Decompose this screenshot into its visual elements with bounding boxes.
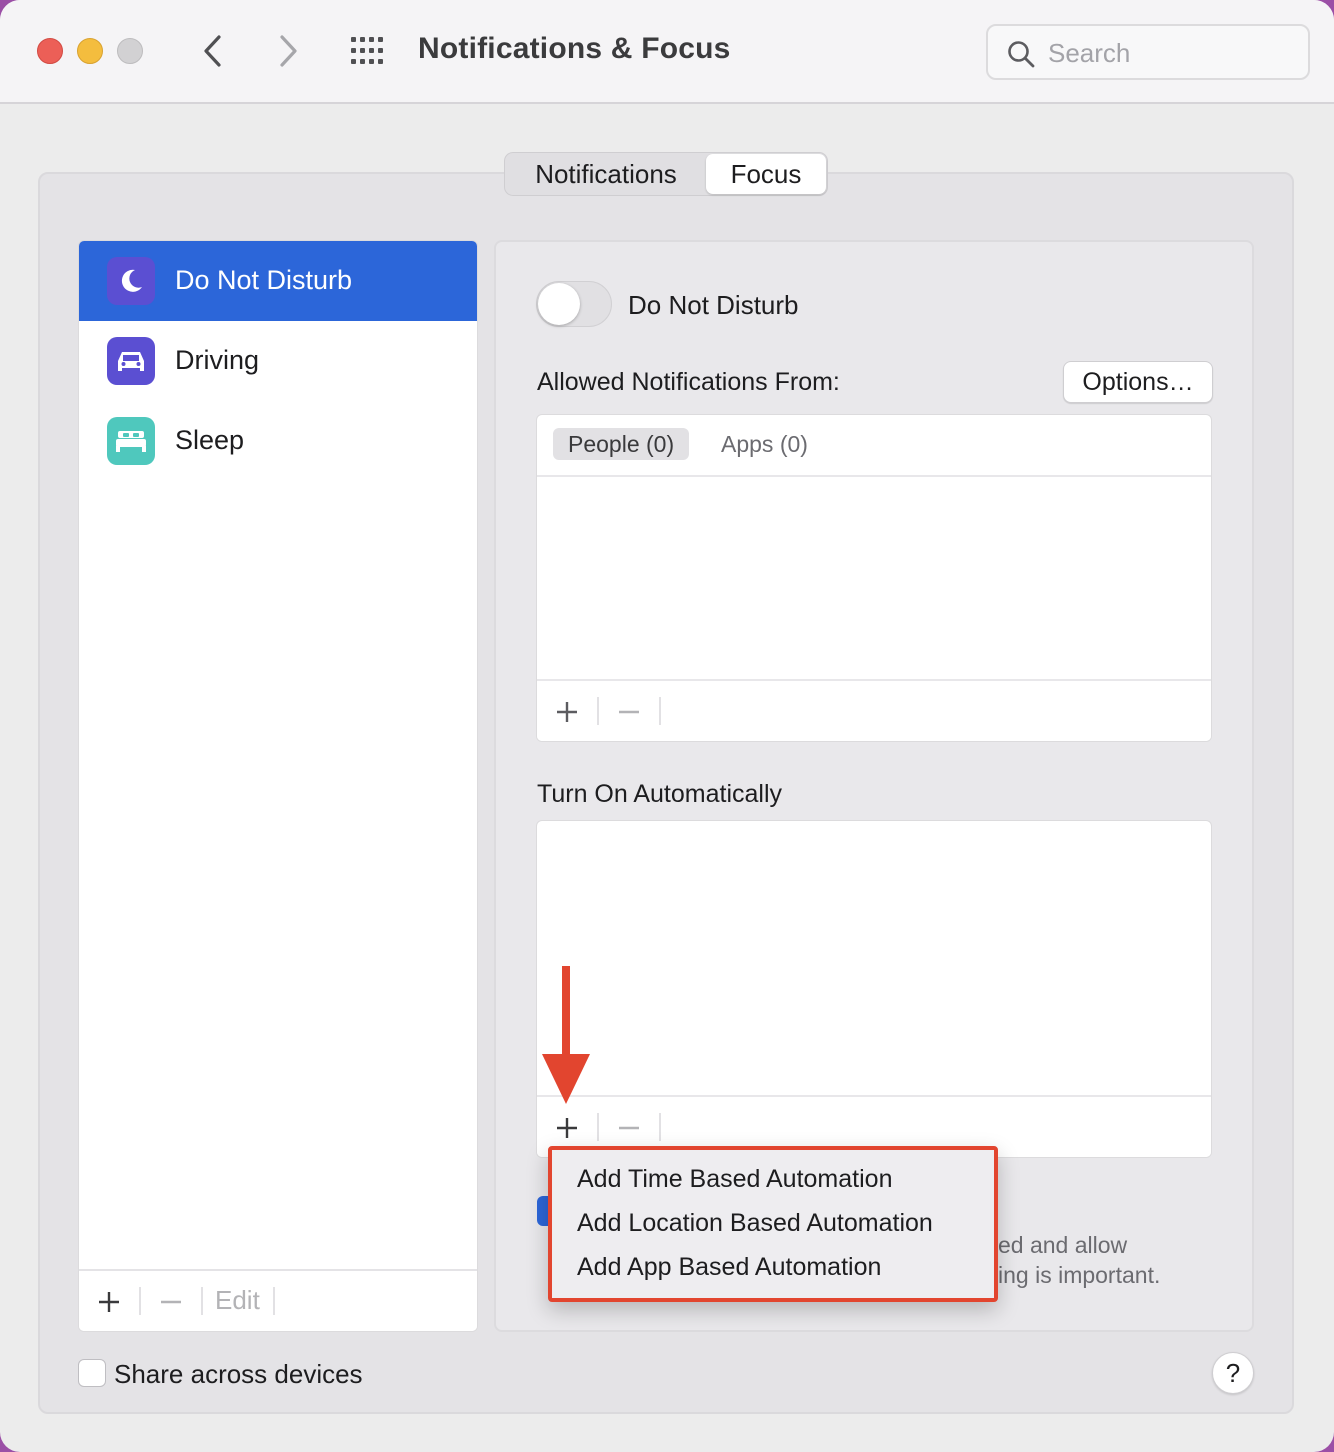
minus-icon: [619, 1126, 639, 1130]
sidebar-item-driving[interactable]: Driving: [79, 321, 477, 401]
focus-sidebar: Do Not Disturb Driving Sleep Edit: [78, 240, 478, 1332]
minus-icon: [619, 710, 639, 714]
zoom-window-button[interactable]: [117, 38, 143, 64]
car-icon: [107, 337, 155, 385]
bed-icon: [107, 417, 155, 465]
menu-item-time-automation[interactable]: Add Time Based Automation: [577, 1159, 892, 1199]
separator: [139, 1287, 141, 1315]
sidebar-toolbar: Edit: [79, 1269, 477, 1331]
share-across-devices-label: Share across devices: [114, 1359, 363, 1389]
allowed-notifications-list: People (0) Apps (0): [536, 414, 1212, 742]
add-automation-menu: Add Time Based Automation Add Location B…: [548, 1146, 998, 1302]
tab-apps[interactable]: Apps (0): [706, 428, 823, 460]
grid-icon: [351, 37, 383, 64]
plus-icon: [99, 1292, 119, 1312]
focus-status-description: ed and allow ing is important.: [998, 1230, 1238, 1290]
tab-notifications[interactable]: Notifications: [506, 154, 706, 194]
options-button[interactable]: Options…: [1063, 361, 1213, 403]
moon-icon: [107, 257, 155, 305]
remove-allowed-button[interactable]: [611, 693, 647, 731]
separator: [597, 697, 599, 725]
menu-item-location-automation[interactable]: Add Location Based Automation: [577, 1203, 933, 1243]
search-input[interactable]: [1048, 36, 1298, 70]
remove-automation-button[interactable]: [611, 1109, 647, 1147]
description-line: ed and allow: [998, 1232, 1128, 1258]
show-all-button[interactable]: [346, 33, 392, 69]
add-allowed-button[interactable]: [549, 693, 585, 731]
remove-focus-button[interactable]: [153, 1283, 189, 1321]
tab-people[interactable]: People (0): [553, 428, 690, 460]
chevron-right-icon: [280, 35, 297, 67]
description-line: ing is important.: [998, 1262, 1161, 1288]
sidebar-item-label: Driving: [175, 345, 260, 375]
toggle-knob: [538, 283, 580, 325]
tab-focus[interactable]: Focus: [706, 154, 826, 194]
tab-bar: Notifications Focus: [504, 152, 828, 196]
separator: [659, 1113, 661, 1141]
sidebar-item-sleep[interactable]: Sleep: [79, 401, 477, 481]
automation-list: [536, 820, 1212, 1158]
separator: [597, 1113, 599, 1141]
separator: [273, 1287, 275, 1315]
annotation-arrow-icon: [542, 966, 590, 1104]
allowed-list-toolbar: [537, 679, 1211, 741]
preferences-window: Notifications & Focus Notifications Focu…: [0, 0, 1334, 1452]
search-icon: [1008, 41, 1035, 68]
minimize-window-button[interactable]: [77, 38, 103, 64]
help-button[interactable]: ?: [1212, 1352, 1254, 1394]
allowed-tabs: People (0) Apps (0): [537, 415, 1211, 477]
turn-on-automatically-label: Turn On Automatically: [537, 780, 783, 808]
share-across-devices-checkbox[interactable]: [78, 1359, 106, 1387]
add-focus-button[interactable]: [91, 1283, 127, 1321]
titlebar: Notifications & Focus: [0, 0, 1334, 104]
toggle-label: Do Not Disturb: [628, 290, 799, 320]
do-not-disturb-toggle[interactable]: [536, 281, 612, 327]
allowed-notifications-label: Allowed Notifications From:: [537, 368, 840, 396]
sidebar-item-label: Do Not Disturb: [175, 265, 353, 295]
chevron-left-icon: [204, 35, 221, 67]
window-title: Notifications & Focus: [418, 32, 731, 65]
sidebar-item-do-not-disturb[interactable]: Do Not Disturb: [79, 241, 477, 321]
back-button[interactable]: [193, 30, 233, 72]
separator: [201, 1287, 203, 1315]
edit-button[interactable]: Edit: [215, 1285, 260, 1316]
minus-icon: [161, 1300, 181, 1304]
plus-icon: [557, 1118, 577, 1138]
separator: [659, 697, 661, 725]
close-window-button[interactable]: [37, 38, 63, 64]
search-field[interactable]: [986, 24, 1310, 80]
forward-button[interactable]: [268, 30, 308, 72]
add-automation-button[interactable]: [549, 1109, 585, 1147]
sidebar-item-label: Sleep: [175, 425, 245, 455]
menu-item-app-automation[interactable]: Add App Based Automation: [577, 1247, 881, 1287]
plus-icon: [557, 702, 577, 722]
